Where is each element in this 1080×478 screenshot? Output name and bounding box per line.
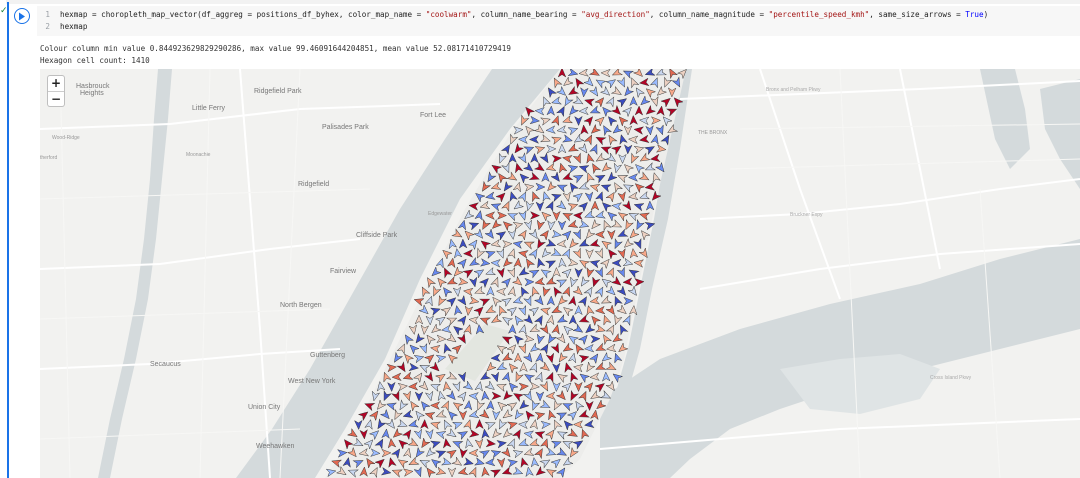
code-text: , same_size_arrows = bbox=[869, 10, 966, 19]
code-text: hexmap bbox=[60, 22, 88, 31]
code-text: , column_name_magnitude = bbox=[649, 10, 769, 19]
map-view[interactable]: + − Hasbrouck Heights Little Ferry Ridge… bbox=[40, 69, 1080, 478]
map-basemap bbox=[40, 69, 1080, 478]
map-label: Bronx and Pelham Pkwy bbox=[766, 87, 821, 93]
map-label: Fort Lee bbox=[420, 112, 447, 119]
map-label: Ridgefield bbox=[298, 181, 330, 188]
map-label: Bruckner Expy bbox=[790, 212, 823, 218]
map-label: West New York bbox=[288, 378, 336, 385]
code-keyword: True bbox=[965, 10, 984, 19]
line-number: 2 bbox=[45, 22, 50, 31]
active-cell-indicator bbox=[7, 2, 9, 478]
map-label: Moonachie bbox=[186, 152, 211, 158]
map-label: Palisades Park bbox=[322, 124, 369, 131]
run-cell-button[interactable] bbox=[14, 8, 30, 24]
map-label: Cross Island Pkwy bbox=[930, 375, 972, 381]
map-label: Hasbrouck bbox=[76, 83, 110, 90]
output-line-2: Hexagon cell count: 1410 bbox=[40, 55, 150, 65]
cell-output-text: Colour column min value 0.84492362982929… bbox=[40, 43, 511, 66]
code-text: hexmap = choropleth_map_vector(df_aggreg… bbox=[60, 10, 426, 19]
zoom-control: + − bbox=[47, 75, 65, 107]
play-icon bbox=[19, 12, 25, 20]
code-text: , column_name_bearing = bbox=[471, 10, 582, 19]
top-strip bbox=[0, 0, 1080, 4]
map-label: Edgewater bbox=[428, 211, 452, 217]
cell-status-check-icon: ✓ bbox=[0, 6, 8, 16]
code-editor[interactable]: 1 hexmap = choropleth_map_vector(df_aggre… bbox=[37, 6, 1080, 36]
map-label: Fairview bbox=[330, 268, 357, 275]
code-string: "avg_direction" bbox=[581, 10, 650, 19]
code-string: "percentile_speed_kmh" bbox=[768, 10, 870, 19]
map-label: Guttenberg bbox=[310, 352, 346, 359]
zoom-in-button[interactable]: + bbox=[48, 76, 64, 92]
map-label: Wood-Ridge bbox=[52, 135, 80, 141]
code-line-1: 1 hexmap = choropleth_map_vector(df_aggre… bbox=[37, 9, 988, 21]
map-label: THE BRONX bbox=[698, 130, 728, 136]
output-line-1: Colour column min value 0.84492362982929… bbox=[40, 44, 511, 53]
code-line-2: 2 hexmap bbox=[37, 21, 87, 33]
zoom-out-button[interactable]: − bbox=[48, 92, 64, 107]
map-label: Cliffside Park bbox=[356, 232, 398, 239]
line-number: 1 bbox=[45, 10, 50, 19]
map-label: Union City bbox=[248, 404, 281, 411]
map-label: Heights bbox=[80, 90, 104, 97]
map-label: therford bbox=[40, 155, 58, 161]
code-string: "coolwarm" bbox=[425, 10, 472, 19]
code-text: ) bbox=[983, 10, 989, 19]
map-label: Weehawken bbox=[256, 443, 295, 450]
map-label: North Bergen bbox=[280, 302, 322, 309]
left-rail bbox=[0, 0, 6, 478]
map-label: Ridgefield Park bbox=[254, 88, 302, 95]
map-label: Secaucus bbox=[150, 361, 181, 368]
map-label: Little Ferry bbox=[192, 105, 226, 112]
